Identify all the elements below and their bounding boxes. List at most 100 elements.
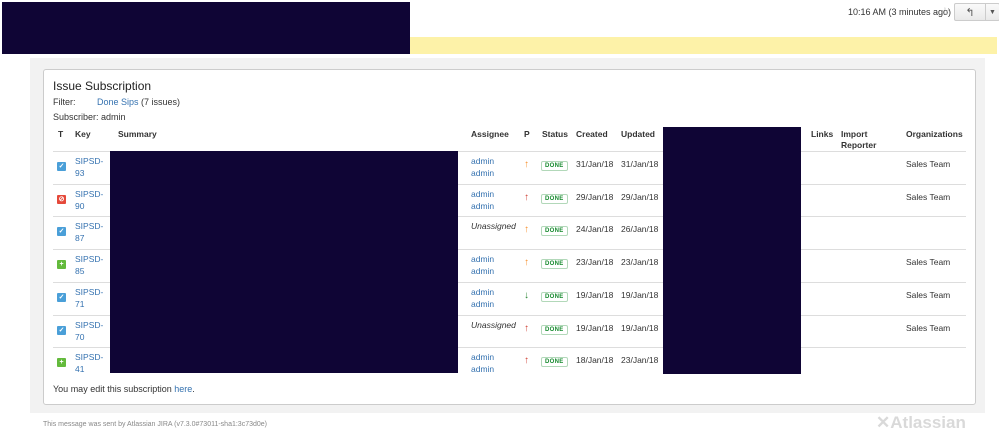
assignee-link[interactable]: admin — [471, 189, 494, 199]
new-feature-type-icon: + — [57, 260, 66, 269]
issue-key-link[interactable]: SIPSD- 90 — [75, 188, 103, 212]
status-badge: DONE — [541, 357, 568, 367]
created-date: 29/Jan/18 — [576, 192, 614, 202]
created-date: 23/Jan/18 — [576, 257, 614, 267]
unassigned-label: Unassigned — [471, 320, 516, 330]
issue-key-link[interactable]: SIPSD- 85 — [75, 253, 103, 277]
issue-key-number: 93 — [75, 168, 85, 178]
column-header-summary: Summary — [118, 129, 157, 139]
assignee-link[interactable]: admin — [471, 156, 494, 166]
page-title: Issue Subscription — [53, 79, 152, 93]
column-header-status: Status — [542, 129, 568, 139]
issue-key-prefix: SIPSD- — [75, 352, 104, 362]
status-badge: DONE — [541, 325, 568, 335]
redacted-hidden-columns — [663, 127, 801, 374]
task-type-icon: ✓ — [57, 293, 66, 302]
organization-cell: Sales Team — [906, 323, 951, 333]
status-badge: DONE — [541, 259, 568, 269]
status-badge: DONE — [541, 292, 568, 302]
reporter-link[interactable]: admin — [471, 266, 494, 276]
assignee-link[interactable]: admin — [471, 254, 494, 264]
edit-subscription-link[interactable]: here — [174, 384, 192, 394]
redacted-summary-column — [110, 151, 458, 373]
priority-medium-icon: ↑ — [524, 257, 529, 268]
status-badge: DONE — [541, 161, 568, 171]
filter-count: (7 issues) — [141, 97, 181, 107]
footer-text: This message was sent by Atlassian JIRA … — [43, 421, 267, 428]
email-timestamp: 10:16 AM (3 minutes ago) — [848, 7, 952, 17]
issue-key-prefix: SIPSD- — [75, 320, 104, 330]
issue-key-prefix: SIPSD- — [75, 156, 104, 166]
assignee-cell: admin admin — [471, 155, 494, 179]
issue-key-prefix: SIPSD- — [75, 189, 104, 199]
updated-date: 19/Jan/18 — [621, 323, 659, 333]
column-header-type: T — [58, 129, 64, 139]
priority-medium-icon: ↑ — [524, 224, 529, 235]
assignee-cell: admin admin — [471, 351, 494, 375]
atlassian-logo-text: Atlassian — [890, 413, 966, 432]
column-header-links: Links — [811, 129, 834, 139]
issue-key-number: 90 — [75, 201, 85, 211]
issue-key-number: 41 — [75, 364, 85, 374]
filter-link[interactable]: Done Sips — [97, 97, 139, 107]
column-header-assignee: Assignee — [471, 129, 509, 139]
priority-high-icon: ↑ — [524, 192, 529, 203]
issue-key-number: 71 — [75, 299, 85, 309]
subscriber-label: Subscriber: — [53, 112, 99, 122]
created-date: 31/Jan/18 — [576, 159, 614, 169]
issue-key-link[interactable]: SIPSD- 87 — [75, 220, 103, 244]
organization-cell: Sales Team — [906, 159, 951, 169]
star-icon[interactable]: ☆ — [940, 5, 950, 18]
issue-key-number: 85 — [75, 266, 85, 276]
issue-key-link[interactable]: SIPSD- 41 — [75, 351, 103, 375]
updated-date: 23/Jan/18 — [621, 355, 659, 365]
column-header-organizations: Organizations — [906, 129, 963, 139]
column-header-key: Key — [75, 129, 91, 139]
updated-date: 19/Jan/18 — [621, 290, 659, 300]
notice-bar — [410, 37, 997, 54]
assignee-link[interactable]: admin — [471, 352, 494, 362]
priority-low-icon: ↓ — [524, 290, 529, 301]
assignee-cell: admin admin — [471, 286, 494, 310]
column-header-priority: P — [524, 129, 530, 139]
bug-type-icon: ⊘ — [57, 195, 66, 204]
updated-date: 29/Jan/18 — [621, 192, 659, 202]
edit-note-text: You may edit this subscription — [53, 384, 172, 394]
chevron-down-icon[interactable]: ▼ — [986, 4, 999, 20]
reporter-link[interactable]: admin — [471, 299, 494, 309]
issue-key-link[interactable]: SIPSD- 71 — [75, 286, 103, 310]
reporter-link[interactable]: admin — [471, 201, 494, 211]
organization-cell: Sales Team — [906, 257, 951, 267]
status-badge: DONE — [541, 226, 568, 236]
task-type-icon: ✓ — [57, 326, 66, 335]
subscriber-name: admin — [101, 112, 126, 122]
issue-key-prefix: SIPSD- — [75, 287, 104, 297]
organization-cell: Sales Team — [906, 192, 951, 202]
priority-high-icon: ↑ — [524, 323, 529, 334]
assignee-cell: Unassigned — [471, 319, 516, 331]
issue-key-link[interactable]: SIPSD- 93 — [75, 155, 103, 179]
new-feature-type-icon: + — [57, 358, 66, 367]
edit-subscription-note: You may edit this subscription here. — [53, 384, 195, 394]
reply-icon[interactable]: ↰ — [955, 4, 986, 20]
column-header-import-reporter: Import Reporter — [841, 129, 877, 150]
unassigned-label: Unassigned — [471, 221, 516, 231]
reporter-link[interactable]: admin — [471, 168, 494, 178]
issue-key-number: 87 — [75, 233, 85, 243]
updated-date: 26/Jan/18 — [621, 224, 659, 234]
updated-date: 31/Jan/18 — [621, 159, 659, 169]
reporter-link[interactable]: admin — [471, 364, 494, 374]
assignee-link[interactable]: admin — [471, 287, 494, 297]
issue-key-number: 70 — [75, 332, 85, 342]
organization-cell: Sales Team — [906, 290, 951, 300]
priority-high-icon: ↑ — [524, 355, 529, 366]
column-header-updated: Updated — [621, 129, 655, 139]
updated-date: 23/Jan/18 — [621, 257, 659, 267]
issue-key-link[interactable]: SIPSD- 70 — [75, 319, 103, 343]
filter-label: Filter: — [53, 97, 76, 107]
filter-value: Done Sips (7 issues) — [97, 97, 180, 107]
priority-medium-icon: ↑ — [524, 159, 529, 170]
issue-key-prefix: SIPSD- — [75, 221, 104, 231]
task-type-icon: ✓ — [57, 162, 66, 171]
created-date: 18/Jan/18 — [576, 355, 614, 365]
